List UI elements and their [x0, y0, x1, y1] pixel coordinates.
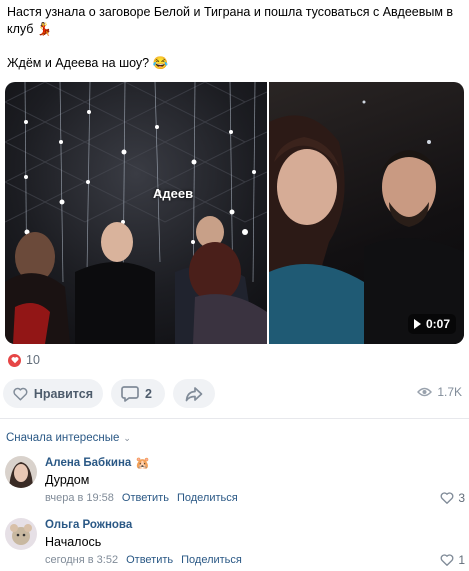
comments-button[interactable]: 2 [111, 379, 165, 408]
heart-outline-icon [13, 387, 28, 401]
comment-item: Алена Бабкина 🐹 Дурдом вчера в 19:58 Отв… [5, 456, 465, 512]
share-button[interactable] [173, 379, 215, 408]
comments-count: 2 [145, 386, 152, 401]
avatar[interactable] [5, 518, 37, 550]
eye-icon [417, 387, 433, 397]
views-counter: 1.7K [417, 385, 462, 399]
heart-outline-icon [440, 492, 454, 504]
divider [0, 418, 469, 419]
comment-author-name: Алена Бабкина [45, 457, 132, 469]
post-actions: Нравится 2 [3, 379, 215, 408]
heart-reaction-icon [8, 353, 21, 367]
comment-like-button[interactable]: 1 [440, 553, 465, 567]
comment-author-name: Ольга Рожнова [45, 519, 133, 531]
reaction-count: 10 [26, 353, 40, 367]
hamster-badge-icon: 🐹 [135, 456, 151, 470]
post-media: Адеев 0:07 [5, 82, 464, 344]
reply-link[interactable]: Ответить [126, 554, 173, 566]
reply-link[interactable]: Ответить [122, 492, 169, 504]
comment-like-count: 3 [458, 491, 465, 505]
duration-text: 0:07 [425, 317, 450, 331]
photo-caption: Адеев [153, 186, 194, 201]
comment-time[interactable]: вчера в 19:58 [45, 492, 114, 504]
like-label: Нравится [33, 386, 93, 401]
reactions-summary[interactable]: 10 [8, 353, 40, 367]
comment-meta: сегодня в 3:52 Ответить Поделиться [45, 554, 465, 566]
video-duration: 0:07 [407, 314, 456, 334]
chevron-down-icon: ⌄ [123, 432, 131, 443]
views-count: 1.7K [437, 385, 462, 399]
share-link[interactable]: Поделиться [181, 554, 242, 566]
comment-time[interactable]: сегодня в 3:52 [45, 554, 118, 566]
share-link[interactable]: Поделиться [177, 492, 238, 504]
sort-label: Сначала интересные [6, 432, 120, 444]
avatar[interactable] [5, 456, 37, 488]
comment-author[interactable]: Алена Бабкина 🐹 [45, 456, 465, 470]
comment-item: Ольга Рожнова Началось сегодня в 3:52 От… [5, 518, 465, 571]
post-text-line2: Ждём и Адеева на шоу? 😂 [7, 56, 169, 70]
comment-icon [121, 386, 139, 402]
share-icon [185, 386, 203, 401]
comment-text: Дурдом [45, 473, 90, 487]
comment-body: Алена Бабкина 🐹 Дурдом вчера в 19:58 Отв… [45, 456, 465, 504]
comment-like-count: 1 [458, 553, 465, 567]
comment-author[interactable]: Ольга Рожнова [45, 518, 465, 532]
post-text-line1: Настя узнала о заговоре Белой и Тиграна … [7, 5, 454, 36]
comment-meta: вчера в 19:58 Ответить Поделиться [45, 492, 465, 504]
video-thumbnail[interactable]: 0:07 [269, 82, 464, 344]
photo-club[interactable]: Адеев [5, 82, 267, 344]
comment-body: Ольга Рожнова Началось сегодня в 3:52 От… [45, 518, 465, 566]
play-icon [413, 319, 421, 329]
like-button[interactable]: Нравится [3, 379, 103, 408]
comment-text: Началось [45, 535, 102, 549]
heart-outline-icon [440, 554, 454, 566]
comment-like-button[interactable]: 3 [440, 491, 465, 505]
post-text: Настя узнала о заговоре Белой и Тиграна … [7, 4, 465, 72]
comments-sort-dropdown[interactable]: Сначала интересные ⌄ [6, 432, 131, 444]
